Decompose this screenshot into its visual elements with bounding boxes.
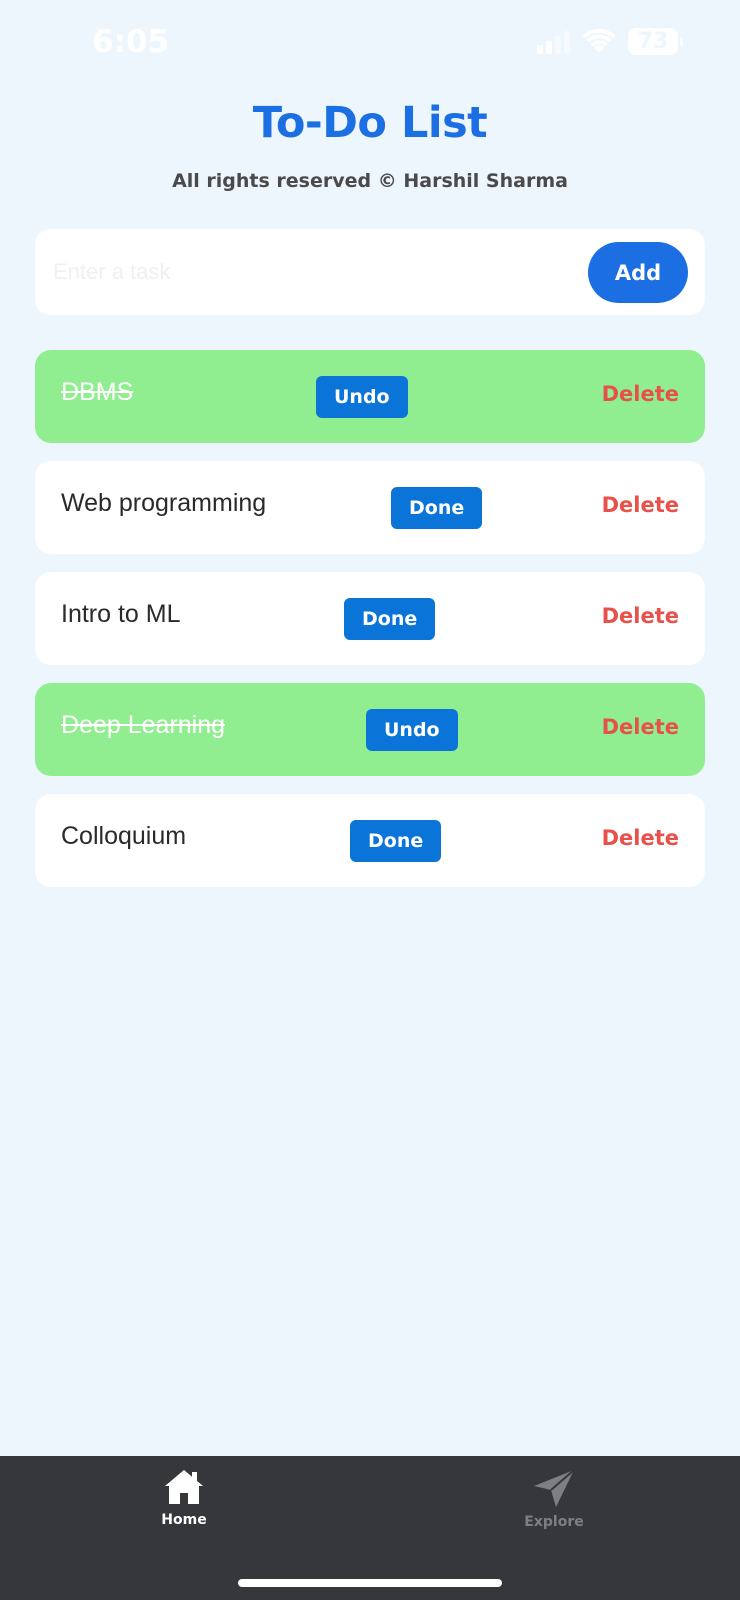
copyright-subtitle: All rights reserved © Harshil Sharma (172, 170, 568, 192)
task-row: Colloquium Done Delete (35, 794, 705, 887)
task-text[interactable]: Web programming (61, 489, 266, 518)
tab-home[interactable]: Home (124, 1468, 244, 1548)
home-indicator (238, 1579, 502, 1587)
task-row: DBMS Undo Delete (35, 350, 705, 443)
done-button[interactable]: Done (350, 820, 442, 862)
battery-level: 73 (637, 29, 669, 54)
delete-button[interactable]: Delete (602, 493, 679, 517)
task-text[interactable]: Colloquium (61, 822, 186, 851)
done-button[interactable]: Done (344, 598, 436, 640)
tab-explore-label: Explore (524, 1514, 584, 1530)
cellular-signal-icon (537, 30, 570, 54)
task-row: Intro to ML Done Delete (35, 572, 705, 665)
delete-button[interactable]: Delete (602, 604, 679, 628)
battery-icon: 73 (628, 28, 683, 55)
task-row: Web programming Done Delete (35, 461, 705, 554)
home-icon (165, 1470, 203, 1504)
page-title: To-Do List (252, 98, 488, 148)
undo-button[interactable]: Undo (366, 709, 458, 751)
wifi-icon (582, 28, 616, 53)
status-bar: 6:05 73 (0, 0, 740, 90)
task-text[interactable]: Intro to ML (61, 600, 181, 629)
task-text[interactable]: DBMS (61, 378, 133, 407)
delete-button[interactable]: Delete (602, 715, 679, 739)
undo-button[interactable]: Undo (316, 376, 408, 418)
new-task-card: Add (35, 229, 705, 315)
status-time: 6:05 (92, 24, 170, 60)
add-task-button[interactable]: Add (588, 242, 688, 303)
done-button[interactable]: Done (391, 487, 483, 529)
task-list: DBMS Undo Delete Web programming Done De… (35, 350, 705, 905)
task-text[interactable]: Deep Learning (61, 711, 225, 740)
tab-home-label: Home (161, 1512, 207, 1528)
paper-plane-icon (534, 1469, 575, 1507)
delete-button[interactable]: Delete (602, 382, 679, 406)
tab-explore[interactable]: Explore (494, 1468, 614, 1548)
task-input[interactable] (53, 249, 553, 295)
task-row: Deep Learning Undo Delete (35, 683, 705, 776)
delete-button[interactable]: Delete (602, 826, 679, 850)
status-icons: 73 (537, 28, 683, 55)
